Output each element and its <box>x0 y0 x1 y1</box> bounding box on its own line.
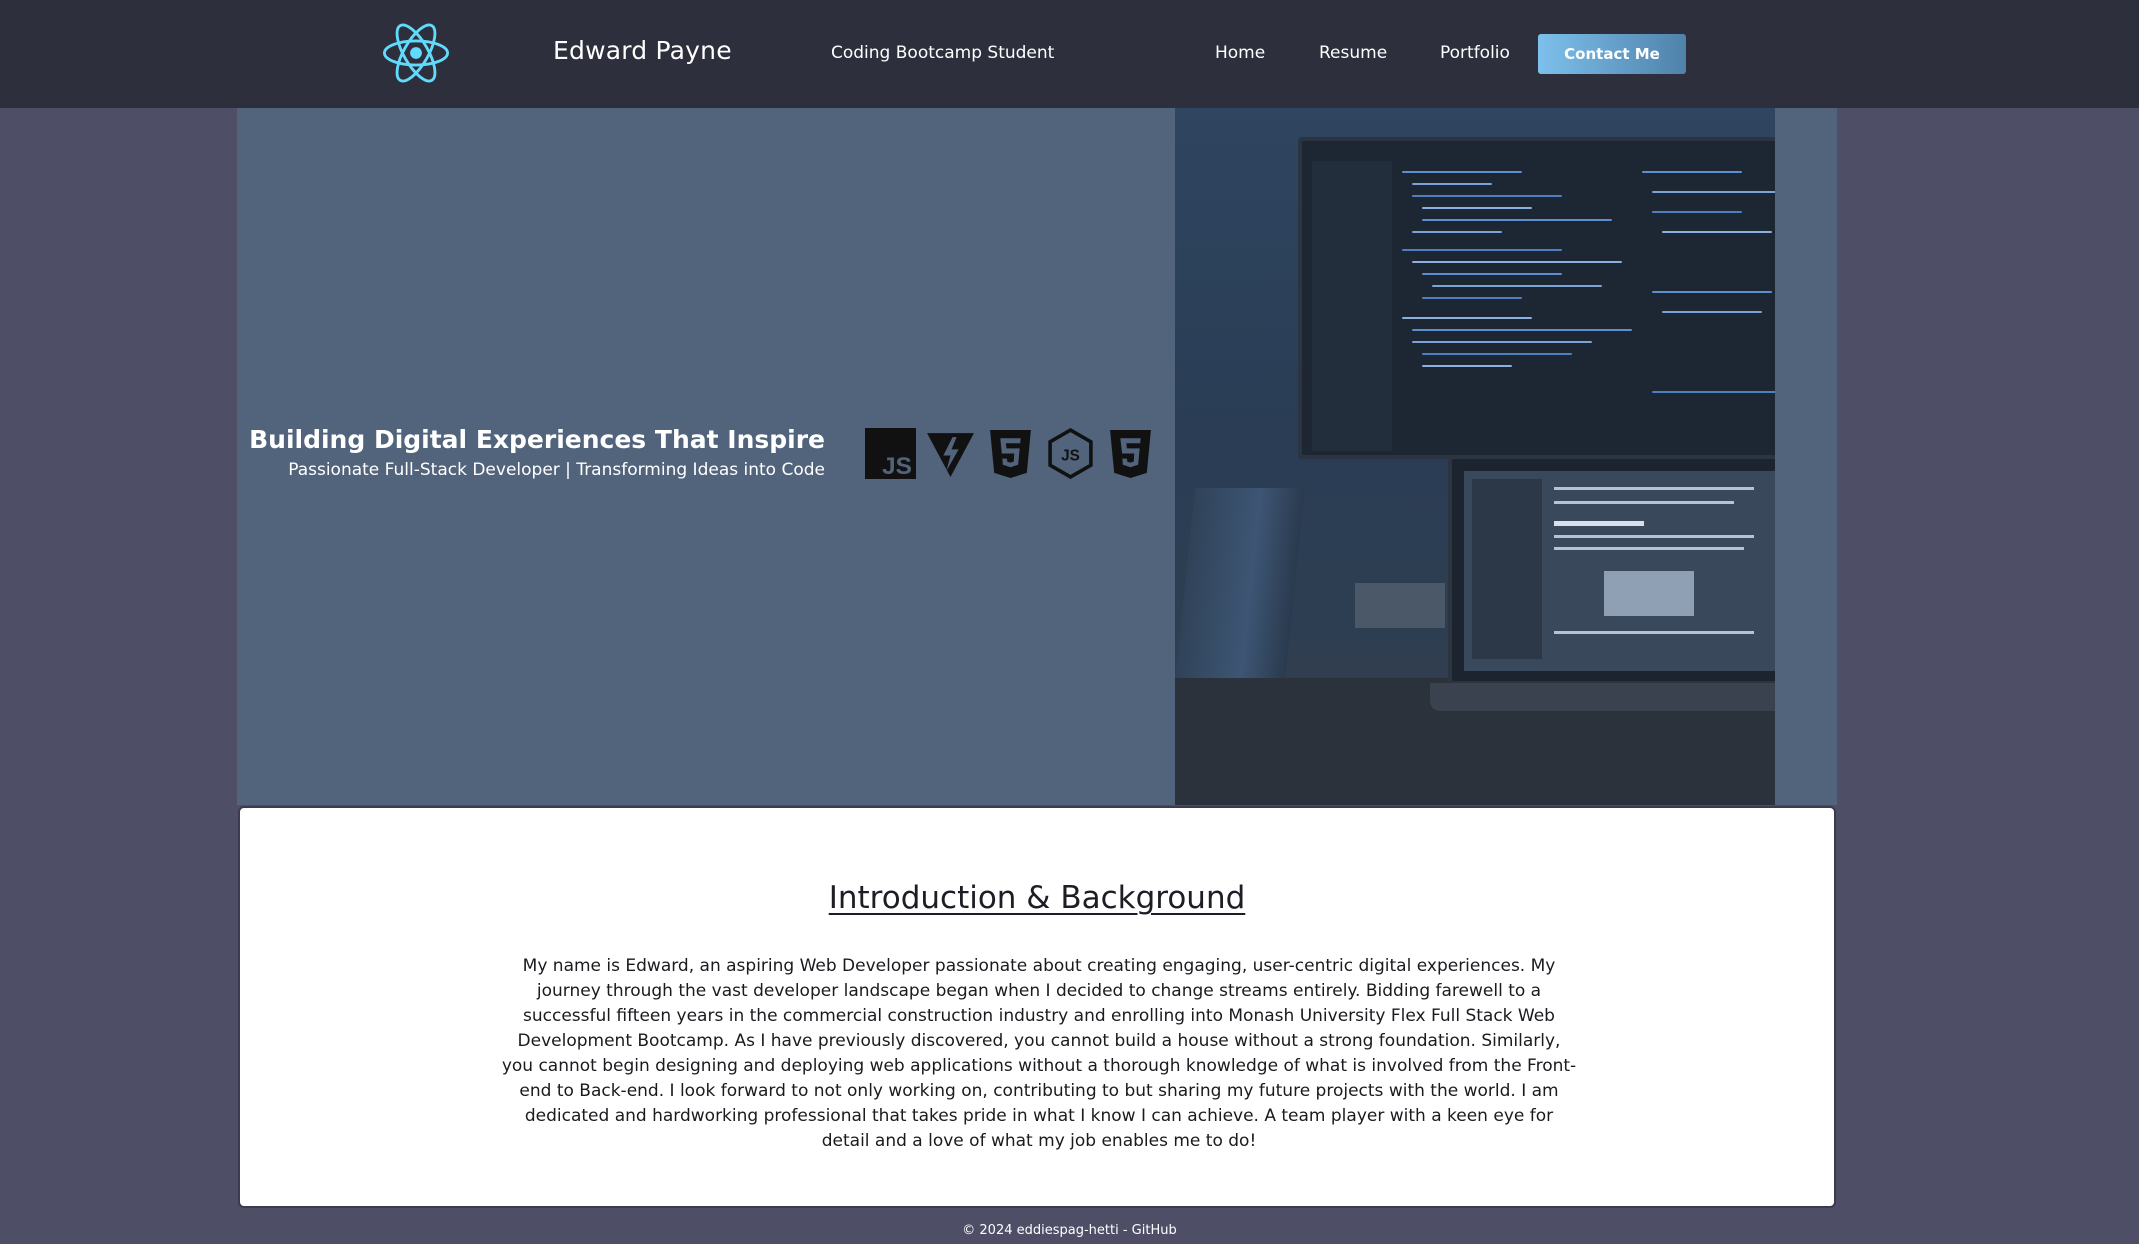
hero-title: Building Digital Experiences That Inspir… <box>249 425 825 454</box>
hero-section: Building Digital Experiences That Inspir… <box>237 108 1837 805</box>
nodejs-icon-label: JS <box>1061 448 1080 465</box>
nodejs-icon: JS <box>1048 428 1093 479</box>
laptop <box>1448 455 1775 685</box>
nav-portfolio-link[interactable]: Portfolio <box>1440 43 1510 63</box>
tech-stack-icons: JS JS <box>865 428 1156 479</box>
desk-object <box>1355 583 1445 628</box>
tagline: Coding Bootcamp Student <box>831 43 1055 63</box>
hero-subtitle: Passionate Full-Stack Developer | Transf… <box>288 460 825 480</box>
introduction-card: Introduction & Background My name is Edw… <box>238 806 1836 1208</box>
css3-icon <box>1110 430 1151 478</box>
html5-icon <box>990 430 1031 478</box>
react-atom-icon[interactable] <box>383 22 449 84</box>
javascript-icon-label: JS <box>882 453 912 479</box>
desk-workstation-photo <box>1175 108 1775 805</box>
monitor <box>1298 137 1775 459</box>
nav-home-link[interactable]: Home <box>1215 43 1265 63</box>
javascript-icon: JS <box>865 428 916 479</box>
laptop-base <box>1430 683 1775 711</box>
brand-name: Edward Payne <box>553 36 732 65</box>
contact-me-button[interactable]: Contact Me <box>1538 34 1686 74</box>
books <box>1175 488 1305 678</box>
monitor-file-tree <box>1312 161 1392 451</box>
introduction-body: My name is Edward, an aspiring Web Devel… <box>501 956 1577 1151</box>
site-footer[interactable]: © 2024 eddiespag-hetti - GitHub <box>0 1223 2139 1238</box>
laptop-screen <box>1464 471 1775 671</box>
introduction-heading: Introduction & Background <box>828 880 1246 916</box>
nav-resume-link[interactable]: Resume <box>1319 43 1387 63</box>
site-header: Edward Payne Coding Bootcamp Student Hom… <box>0 0 2139 108</box>
vite-icon <box>927 433 974 477</box>
